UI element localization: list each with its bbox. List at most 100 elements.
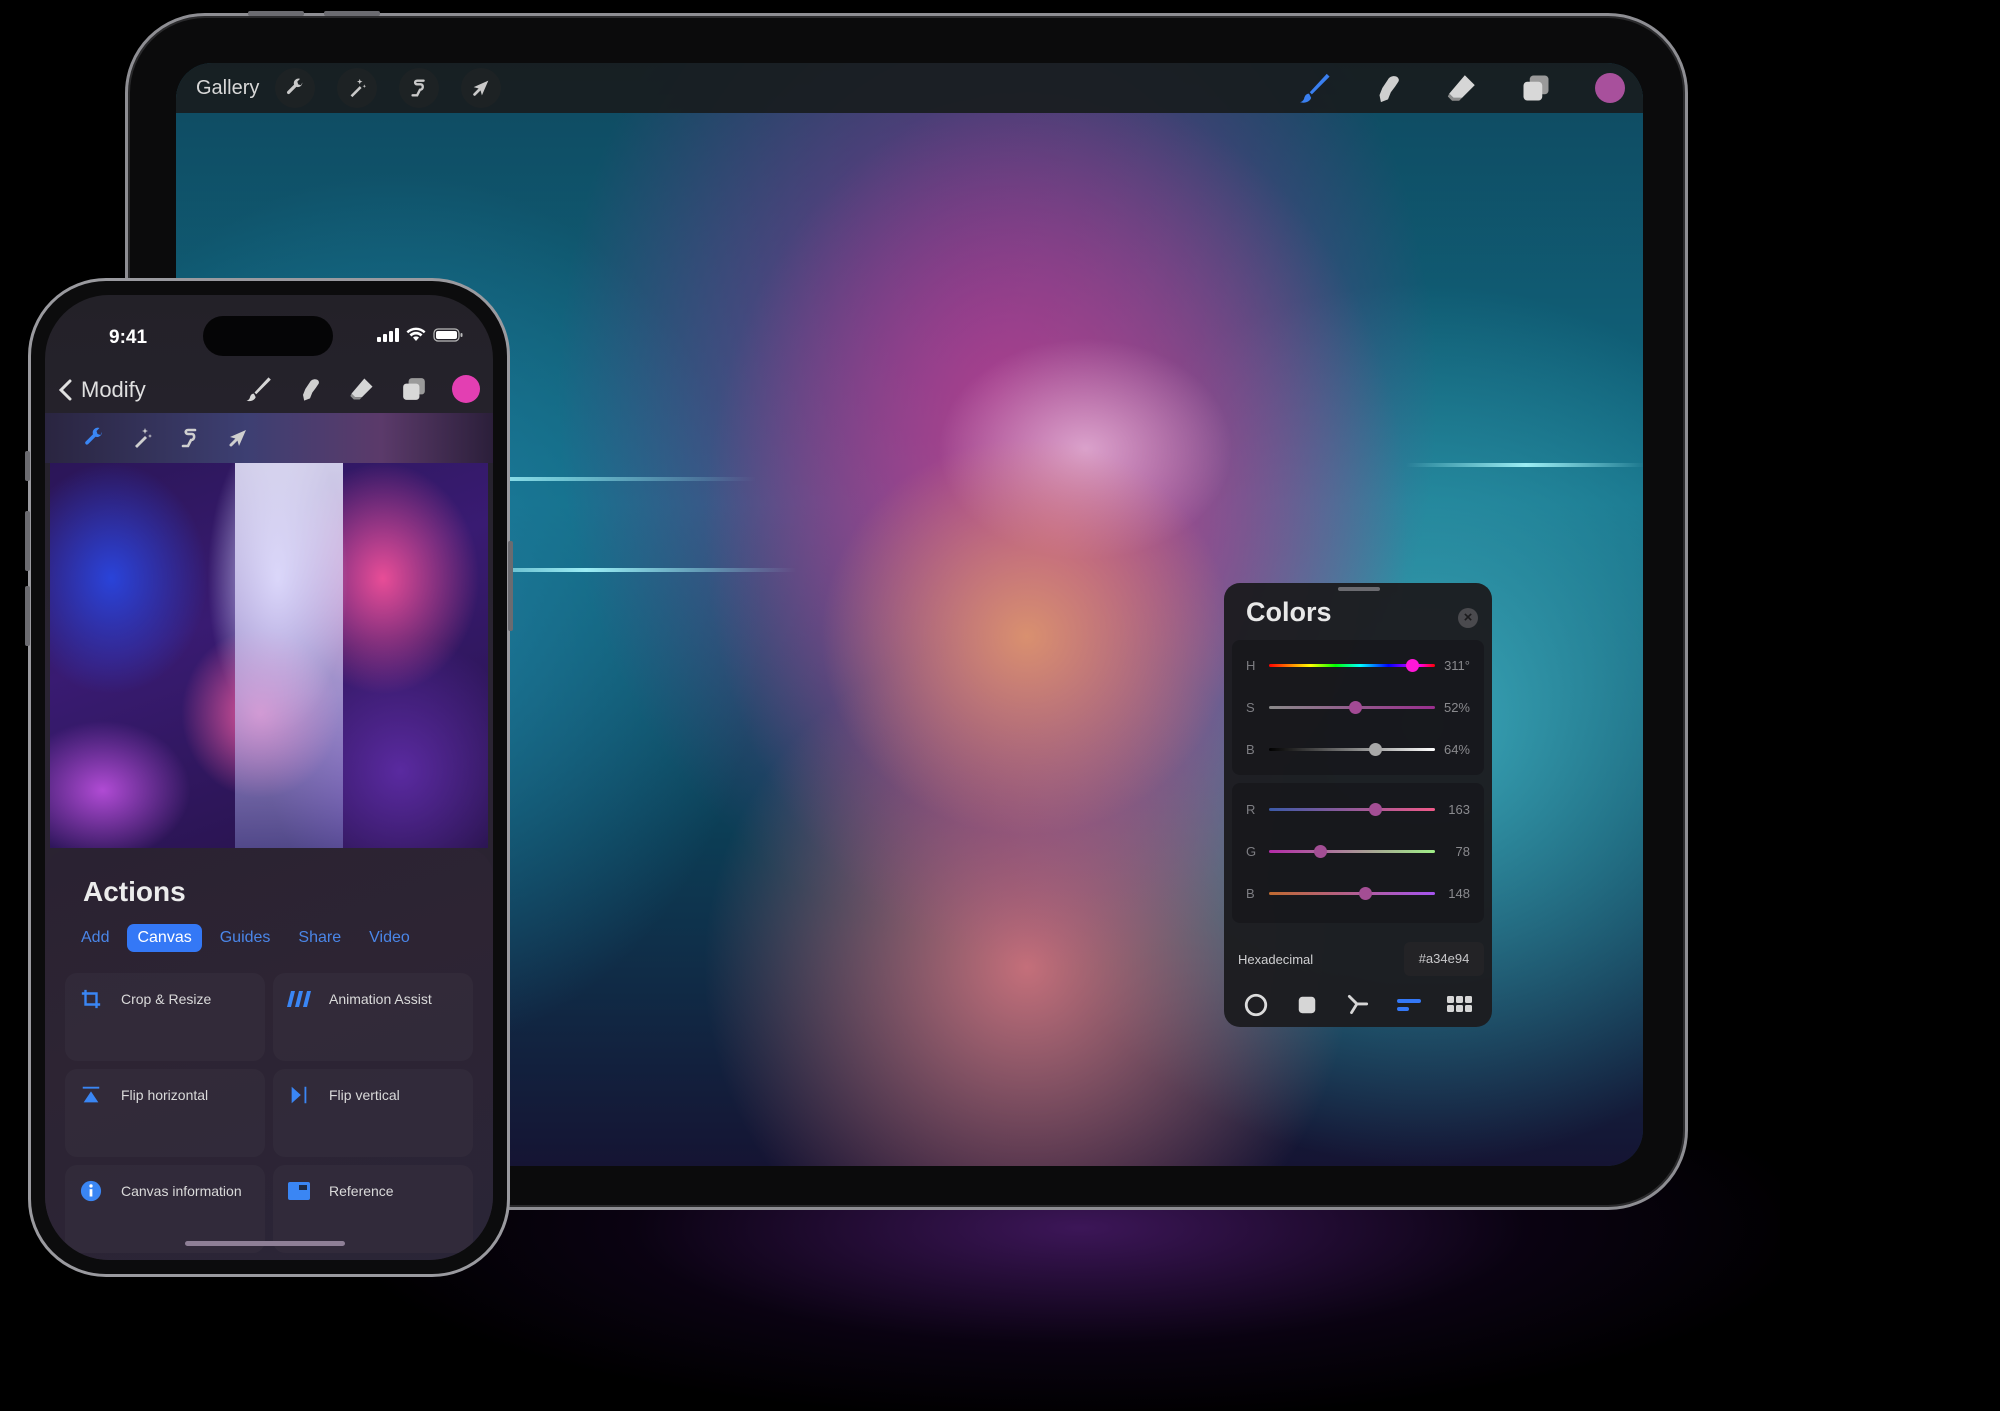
harmony-mode-button[interactable] [1342,989,1374,1021]
blue-slider-row: B 148 [1232,884,1484,904]
transform-button[interactable] [461,68,502,108]
green-value: 78 [1455,844,1470,859]
eraser-tool-button[interactable] [345,369,379,409]
red-track[interactable] [1269,808,1435,811]
red-knob[interactable] [1369,803,1383,816]
reference-icon [288,1182,310,1200]
green-knob[interactable] [1313,845,1327,858]
brightness-value: 64% [1443,742,1470,757]
ipad-volume-button [324,11,380,16]
selection-s-icon [181,428,197,448]
tab-video[interactable]: Video [359,924,420,952]
wrench-icon [85,427,103,445]
smudge-tool-button[interactable] [1367,67,1409,109]
layers-button[interactable] [397,369,431,409]
magic-wand-icon [350,78,367,98]
disc-mode-button[interactable] [1240,989,1272,1021]
chevron-left-icon [58,379,72,401]
brush-tool-button[interactable] [241,369,275,409]
saturation-slider-row: S 52% [1232,698,1484,718]
light-streak [1406,463,1643,467]
hex-input[interactable]: #a34e94 [1404,942,1484,976]
dynamic-island [203,316,333,356]
phone-subtoolbar [45,413,493,463]
current-color-swatch [1595,73,1625,103]
brush-icon [246,377,271,402]
canvas-information-button[interactable]: Canvas information [65,1165,265,1253]
saturation-label: S [1246,700,1255,715]
brush-tool-button[interactable] [1293,67,1335,109]
actions-title: Actions [83,876,186,907]
transform-button[interactable] [223,423,253,453]
saturation-value: 52% [1443,700,1470,715]
smudge-finger-icon [1379,76,1399,103]
colors-title: Colors [1246,597,1332,627]
red-slider-row: R 163 [1232,800,1484,820]
saturation-knob[interactable] [1349,701,1363,714]
animation-assist-button[interactable]: Animation Assist [273,973,473,1061]
tab-guides[interactable]: Guides [210,924,281,952]
flip-vertical-button[interactable]: Flip vertical [273,1069,473,1157]
actions-grid: Crop & Resize Animation Assist Flip hori… [65,973,473,1253]
hue-value: 311° [1444,658,1470,673]
color-picker-button[interactable] [1589,67,1631,109]
signal-icon [377,327,399,342]
hue-slider-row: H 311° [1232,656,1484,676]
harmony-icon [1347,994,1369,1014]
adjustments-button[interactable] [127,423,157,453]
system-indicators [377,327,463,342]
current-color-swatch [452,375,480,403]
iphone-screen: 9:41 Modify Actions Add Canvas Guides Sh… [45,295,493,1260]
brightness-knob[interactable] [1369,743,1383,756]
eraser-tool-button[interactable] [1441,67,1483,109]
palettes-mode-button[interactable] [1444,989,1476,1021]
selection-button[interactable] [399,68,440,108]
smudge-tool-button[interactable] [293,369,327,409]
volume-up-button [25,511,30,571]
brightness-slider-row: B 64% [1232,740,1484,760]
tab-canvas[interactable]: Canvas [127,924,202,952]
value-mode-button[interactable] [1393,989,1425,1021]
tab-add[interactable]: Add [71,924,119,952]
panel-grabber[interactable] [1338,587,1380,591]
status-time: 9:41 [109,327,148,348]
blue-track[interactable] [1269,892,1435,895]
blue-label: B [1246,886,1255,901]
phone-canvas-artwork[interactable] [50,463,488,848]
flip-vertical-icon [291,1086,307,1104]
reference-button[interactable]: Reference [273,1165,473,1253]
hue-knob[interactable] [1406,659,1420,672]
tab-share[interactable]: Share [288,924,351,952]
layers-button[interactable] [1515,67,1557,109]
action-label: Reference [329,1183,394,1199]
action-button [25,451,30,481]
crop-resize-button[interactable]: Crop & Resize [65,973,265,1061]
selection-button[interactable] [175,423,205,453]
battery-icon [433,327,463,342]
back-button[interactable]: Modify [57,377,146,403]
flip-horizontal-button[interactable]: Flip horizontal [65,1069,265,1157]
red-label: R [1246,802,1256,817]
hue-label: H [1246,658,1256,673]
blue-value: 148 [1448,886,1470,901]
classic-mode-button[interactable] [1291,989,1323,1021]
blue-knob[interactable] [1359,887,1373,900]
color-picker-button[interactable] [449,369,483,409]
wifi-icon [406,327,426,341]
brightness-label: B [1246,742,1255,757]
hex-row: Hexadecimal #a34e94 [1232,936,1484,986]
magic-wand-icon [135,428,152,448]
status-bar: 9:41 [45,295,493,356]
close-button[interactable]: × [1458,608,1478,628]
adjustments-button[interactable] [337,68,378,108]
side-button [508,541,513,631]
back-label: Modify [81,377,146,402]
eraser-icon [350,378,373,400]
gallery-button[interactable]: Gallery [196,77,259,100]
green-track[interactable] [1269,850,1435,853]
actions-button[interactable] [275,68,316,108]
brightness-track[interactable] [1269,748,1435,751]
home-indicator[interactable] [185,1241,345,1246]
actions-button[interactable] [79,423,109,453]
green-slider-row: G 78 [1232,842,1484,862]
